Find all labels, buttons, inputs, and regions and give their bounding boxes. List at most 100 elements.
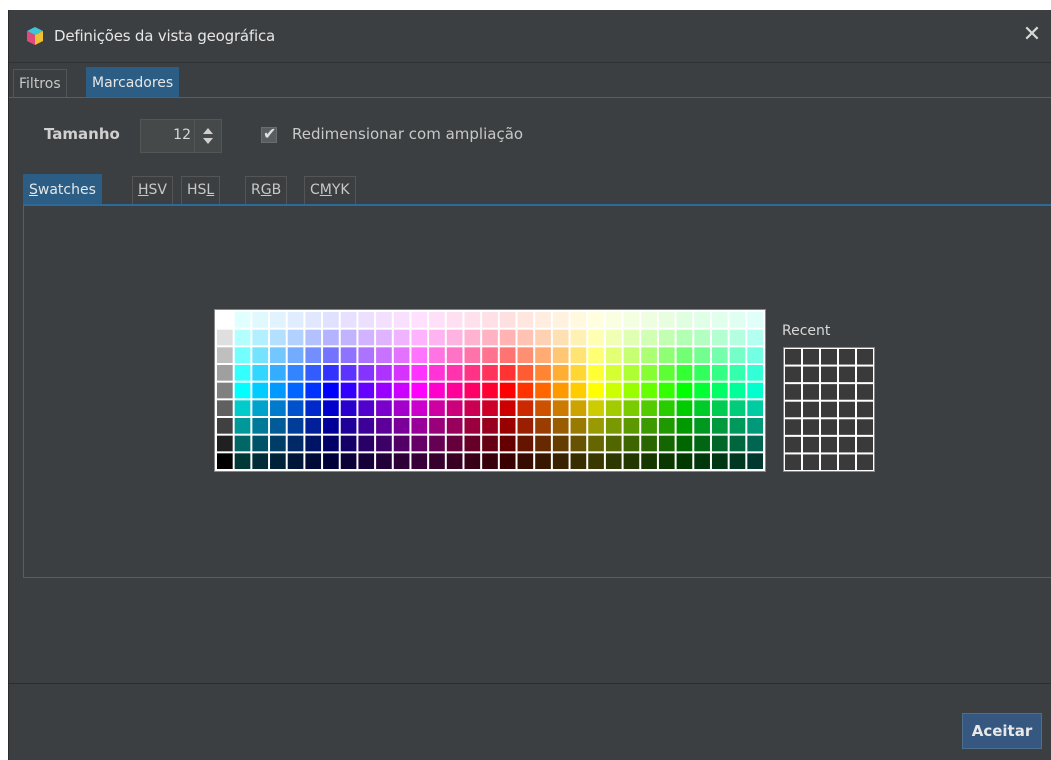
recent-swatch-cell[interactable] (839, 436, 855, 453)
swatch-cell[interactable] (535, 418, 551, 434)
swatch-cell[interactable] (446, 453, 463, 469)
swatch-cell[interactable] (234, 418, 251, 434)
swatch-cell[interactable] (234, 453, 251, 469)
swatch-cell[interactable] (270, 312, 286, 328)
recent-colors-palette[interactable] (783, 347, 875, 472)
swatch-cell[interactable] (340, 418, 357, 434)
swatch-palette[interactable] (214, 309, 766, 472)
swatch-cell[interactable] (570, 435, 587, 452)
swatch-cell[interactable] (411, 418, 428, 434)
swatch-cell[interactable] (393, 400, 410, 416)
swatch-cell[interactable] (429, 418, 445, 434)
swatch-cell[interactable] (623, 312, 640, 328)
recent-swatch-cell[interactable] (839, 454, 855, 470)
swatch-cell[interactable] (287, 329, 304, 346)
swatch-cell[interactable] (517, 418, 534, 434)
swatch-cell[interactable] (570, 453, 587, 469)
swatch-cell[interactable] (217, 453, 233, 469)
swatch-cell[interactable] (711, 329, 728, 346)
swatch-cell[interactable] (446, 435, 463, 452)
swatch-cell[interactable] (358, 435, 375, 452)
swatch-cell[interactable] (729, 329, 746, 346)
swatch-cell[interactable] (711, 347, 728, 363)
tab-swatches[interactable]: Swatches (23, 174, 102, 204)
swatch-cell[interactable] (623, 382, 640, 399)
spinner-arrows-icon[interactable] (194, 120, 221, 152)
swatch-cell[interactable] (376, 400, 392, 416)
swatch-cell[interactable] (358, 312, 375, 328)
swatch-cell[interactable] (482, 453, 498, 469)
swatch-cell[interactable] (711, 382, 728, 399)
swatch-cell[interactable] (411, 329, 428, 346)
swatch-cell[interactable] (482, 382, 498, 399)
swatch-cell[interactable] (411, 382, 428, 399)
swatch-cell[interactable] (429, 312, 445, 328)
recent-swatch-cell[interactable] (821, 454, 837, 470)
swatch-cell[interactable] (588, 418, 604, 434)
tab-marcadores[interactable]: Marcadores (86, 67, 180, 97)
swatch-cell[interactable] (393, 418, 410, 434)
swatch-cell[interactable] (270, 329, 286, 346)
swatch-cell[interactable] (482, 312, 498, 328)
tab-hsl[interactable]: HSL (181, 176, 221, 204)
swatch-cell[interactable] (217, 347, 233, 363)
swatch-cell[interactable] (747, 453, 763, 469)
swatch-cell[interactable] (552, 365, 569, 381)
swatch-cell[interactable] (217, 329, 233, 346)
swatch-cell[interactable] (270, 347, 286, 363)
swatch-cell[interactable] (464, 400, 481, 416)
swatch-cell[interactable] (729, 400, 746, 416)
swatch-cell[interactable] (287, 418, 304, 434)
swatch-cell[interactable] (729, 435, 746, 452)
swatch-cell[interactable] (623, 418, 640, 434)
swatch-cell[interactable] (641, 400, 657, 416)
swatch-cell[interactable] (358, 365, 375, 381)
swatch-cell[interactable] (676, 418, 693, 434)
swatch-cell[interactable] (552, 418, 569, 434)
swatch-cell[interactable] (605, 382, 622, 399)
swatch-cell[interactable] (711, 400, 728, 416)
swatch-cell[interactable] (499, 453, 516, 469)
title-bar[interactable]: Definições da vista geográfica ✕ (9, 10, 1051, 63)
swatch-cell[interactable] (588, 453, 604, 469)
swatch-cell[interactable] (517, 312, 534, 328)
swatch-cell[interactable] (393, 347, 410, 363)
swatch-cell[interactable] (234, 347, 251, 363)
swatch-cell[interactable] (252, 453, 269, 469)
swatch-cell[interactable] (499, 382, 516, 399)
swatch-cell[interactable] (358, 418, 375, 434)
swatch-cell[interactable] (287, 365, 304, 381)
tab-rgb[interactable]: RGB (245, 176, 288, 204)
swatch-cell[interactable] (446, 382, 463, 399)
size-spinner[interactable]: 12 (140, 119, 222, 153)
swatch-cell[interactable] (605, 329, 622, 346)
swatch-palette-svg[interactable] (216, 311, 764, 470)
swatch-cell[interactable] (411, 312, 428, 328)
swatch-cell[interactable] (234, 400, 251, 416)
swatch-cell[interactable] (287, 347, 304, 363)
swatch-cell[interactable] (552, 435, 569, 452)
recent-swatch-cell[interactable] (821, 384, 837, 400)
swatch-cell[interactable] (217, 418, 233, 434)
swatch-cell[interactable] (517, 329, 534, 346)
recent-swatch-cell[interactable] (785, 384, 801, 400)
swatch-cell[interactable] (446, 400, 463, 416)
swatch-cell[interactable] (393, 382, 410, 399)
swatch-cell[interactable] (711, 418, 728, 434)
swatch-cell[interactable] (658, 312, 675, 328)
swatch-cell[interactable] (747, 347, 763, 363)
swatch-cell[interactable] (747, 418, 763, 434)
swatch-cell[interactable] (234, 312, 251, 328)
spinner-up-icon[interactable] (203, 128, 213, 134)
swatch-cell[interactable] (658, 453, 675, 469)
swatch-cell[interactable] (729, 418, 746, 434)
swatch-cell[interactable] (305, 418, 322, 434)
swatch-cell[interactable] (747, 400, 763, 416)
swatch-cell[interactable] (340, 382, 357, 399)
swatch-cell[interactable] (605, 435, 622, 452)
swatch-cell[interactable] (393, 365, 410, 381)
swatch-cell[interactable] (270, 365, 286, 381)
swatch-cell[interactable] (535, 453, 551, 469)
swatch-cell[interactable] (729, 365, 746, 381)
recent-swatch-cell[interactable] (821, 366, 837, 383)
